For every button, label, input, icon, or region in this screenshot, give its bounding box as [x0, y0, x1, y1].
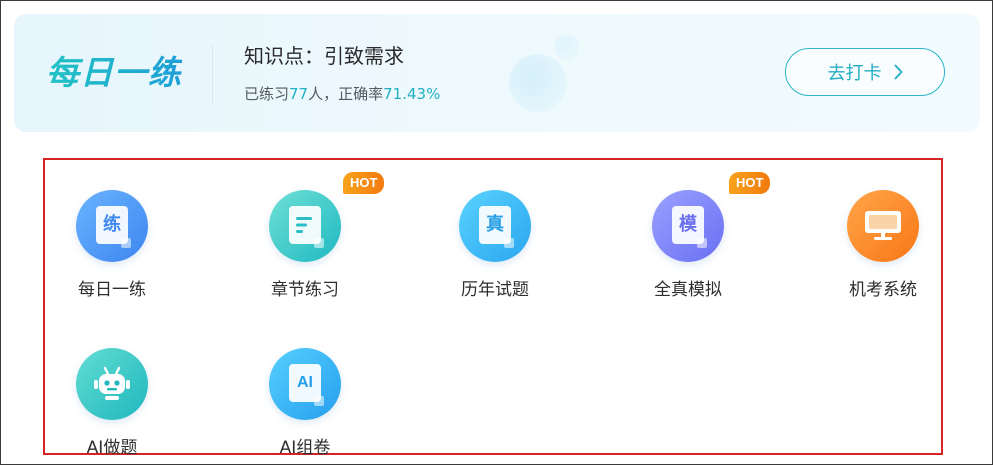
decorative-bubble: [509, 54, 567, 112]
exam-doc-icon: 真: [459, 190, 531, 262]
exam-glyph: 真: [486, 214, 504, 235]
mock-glyph: 模: [679, 214, 697, 235]
computer-monitor-icon: [847, 190, 919, 262]
brand-title: 每日一练: [46, 50, 182, 96]
decorative-bubble: [554, 34, 580, 60]
hot-badge: HOT: [729, 172, 771, 194]
feature-label: AI做题: [86, 438, 138, 458]
knowledge-point: 知识点：引致需求: [244, 44, 404, 68]
feature-computer-exam[interactable]: 机考系统: [813, 172, 953, 300]
daily-practice-banner: 每日一练 知识点：引致需求 已练习77人，正确率71.43% 去打卡: [14, 14, 980, 132]
feature-ai-practice[interactable]: AI做题: [42, 330, 182, 458]
divider: [212, 44, 213, 104]
practice-doc-icon: 练: [76, 190, 148, 262]
stats-middle: 人，正确率: [308, 85, 384, 103]
ai-doc-icon: AI: [269, 348, 341, 420]
feature-label: 每日一练: [78, 280, 146, 300]
practice-stats: 已练习77人，正确率71.43%: [244, 83, 440, 105]
feature-label: AI组卷: [279, 438, 331, 458]
feature-daily-practice[interactable]: 练 每日一练: [42, 172, 182, 300]
feature-past-exams[interactable]: 真 历年试题: [425, 172, 565, 300]
feature-label: 全真模拟: [654, 280, 722, 300]
robot-icon: [76, 348, 148, 420]
feature-label: 章节练习: [271, 280, 339, 300]
chapter-doc-icon: [269, 190, 341, 262]
ai-glyph: AI: [297, 374, 313, 391]
checkin-button[interactable]: 去打卡: [785, 48, 945, 96]
stats-prefix: 已练习: [244, 85, 290, 103]
feature-ai-paper[interactable]: AI AI组卷: [235, 330, 375, 458]
practiced-count: 77: [289, 85, 309, 103]
mock-doc-icon: 模: [652, 190, 724, 262]
feature-label: 机考系统: [849, 280, 917, 300]
feature-grid: 练 每日一练 章节练习 HOT 真 历年试题 模 全真模拟 HOT 机考系统 A…: [42, 158, 943, 458]
feature-label: 历年试题: [461, 280, 529, 300]
hot-badge: HOT: [343, 172, 385, 194]
practice-glyph: 练: [103, 214, 121, 235]
chevron-right-icon: [894, 64, 903, 80]
accuracy-rate: 71.43%: [383, 85, 441, 103]
checkin-label: 去打卡: [827, 63, 882, 84]
